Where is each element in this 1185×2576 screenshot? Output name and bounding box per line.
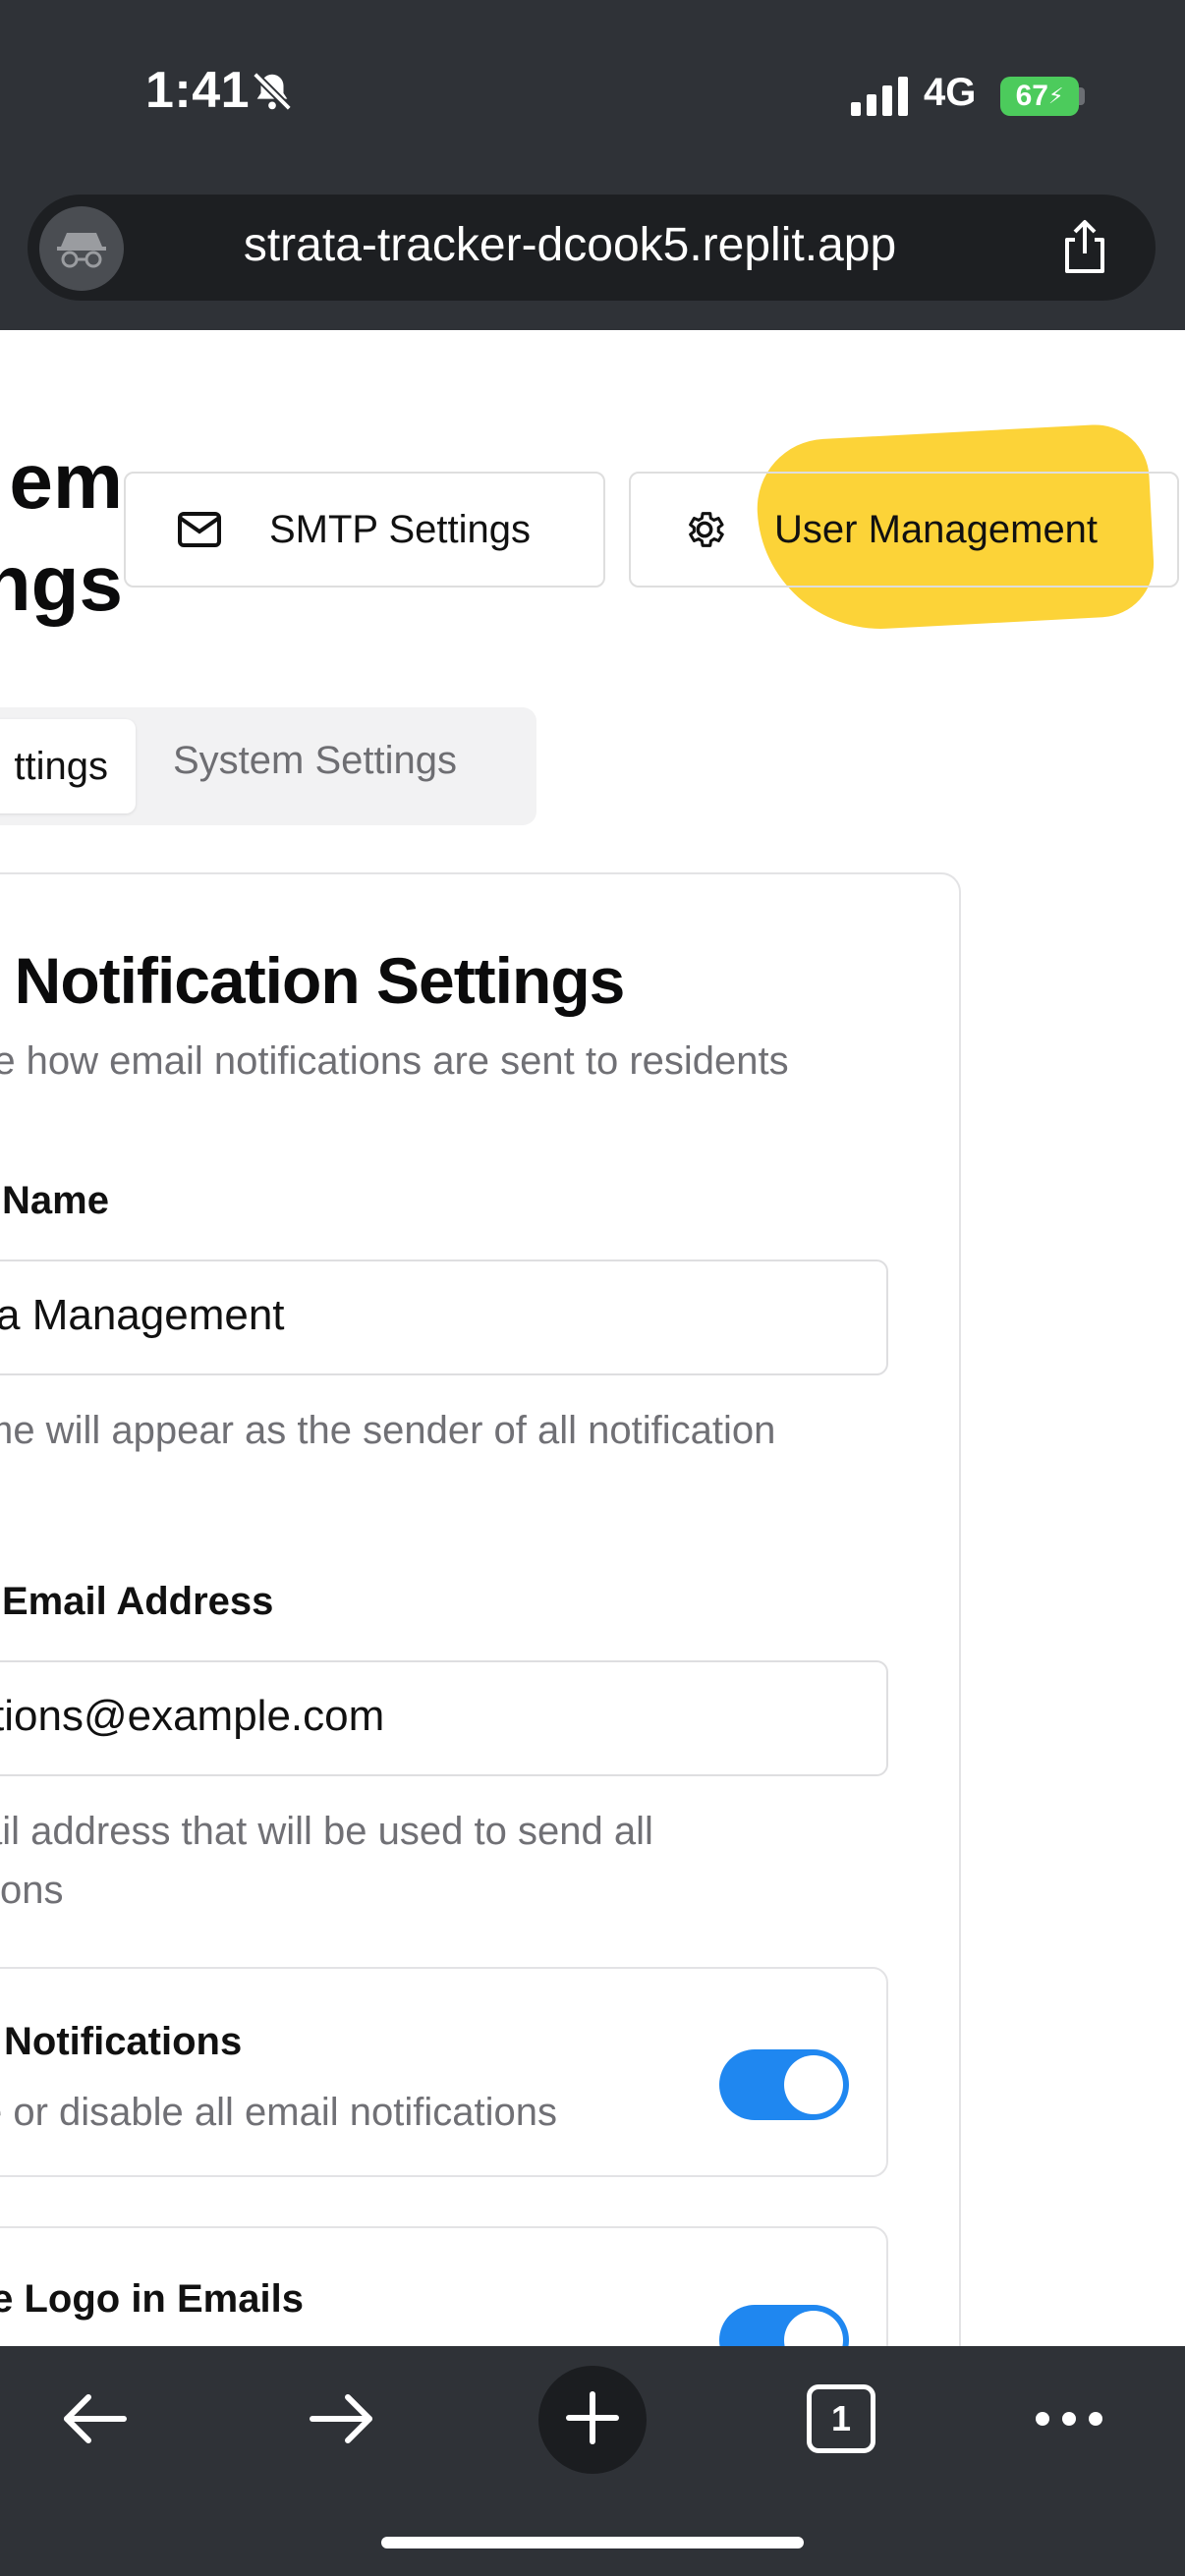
url-text[interactable]: strata-tracker-dcook5.replit.app xyxy=(138,218,1002,272)
user-management-label: User Management xyxy=(774,507,1099,551)
mail-icon xyxy=(175,505,224,554)
toggle-knob xyxy=(784,2055,843,2114)
battery-cap xyxy=(1079,87,1085,105)
tab-system-settings[interactable]: System Settings xyxy=(173,739,457,783)
network-type: 4G xyxy=(924,71,977,114)
new-tab-button[interactable] xyxy=(538,2366,647,2474)
user-management-button[interactable]: User Management xyxy=(629,472,1179,588)
more-icon[interactable] xyxy=(1020,2370,1118,2468)
sender-email-help-line2: tions xyxy=(0,1869,64,1912)
share-icon[interactable] xyxy=(1053,216,1116,279)
forward-arrow-icon[interactable] xyxy=(293,2370,391,2468)
smtp-settings-button[interactable]: SMTP Settings xyxy=(124,472,605,588)
sender-email-value[interactable]: tions@example.com xyxy=(0,1692,384,1741)
card-title: l Notification Settings xyxy=(0,944,625,1017)
tab-notification-settings-label: ttings xyxy=(14,744,108,788)
enable-notifications-desc: e or disable all email notifications xyxy=(0,2091,557,2134)
battery-level: 67 xyxy=(1015,80,1048,112)
sender-name-value[interactable]: a Management xyxy=(0,1291,285,1340)
battery-indicator: 67 ⚡ xyxy=(1000,77,1079,116)
sender-name-label: Name xyxy=(2,1179,109,1222)
tab-notification-settings[interactable]: ttings xyxy=(0,719,136,813)
page-title-line2: ngs xyxy=(0,539,123,627)
tabs-icon[interactable]: 1 xyxy=(792,2370,890,2468)
smtp-settings-label: SMTP Settings xyxy=(269,507,532,551)
include-logo-title: le Logo in Emails xyxy=(0,2277,304,2321)
plus-icon xyxy=(565,2390,620,2450)
incognito-icon[interactable] xyxy=(39,206,124,291)
tab-count: 1 xyxy=(807,2384,875,2453)
sender-email-help: ail address that will be used to send al… xyxy=(0,1802,653,1920)
enable-notifications-title: Notifications xyxy=(4,2020,243,2063)
silent-bell-icon xyxy=(250,69,295,114)
sender-name-help: me will appear as the sender of all noti… xyxy=(0,1409,776,1452)
signal-icon xyxy=(851,77,908,116)
page-title-line1: em xyxy=(9,437,123,525)
card-description: re how email notifications are sent to r… xyxy=(0,1039,789,1083)
sender-email-label: Email Address xyxy=(2,1580,274,1623)
gear-icon xyxy=(680,505,729,554)
home-indicator xyxy=(381,2537,804,2548)
page-title: em ngs xyxy=(0,430,123,635)
enable-notifications-toggle[interactable] xyxy=(719,2049,849,2120)
sender-email-help-line1: ail address that will be used to send al… xyxy=(0,1810,653,1853)
status-time: 1:41 xyxy=(145,62,251,119)
back-arrow-icon[interactable] xyxy=(45,2370,143,2468)
